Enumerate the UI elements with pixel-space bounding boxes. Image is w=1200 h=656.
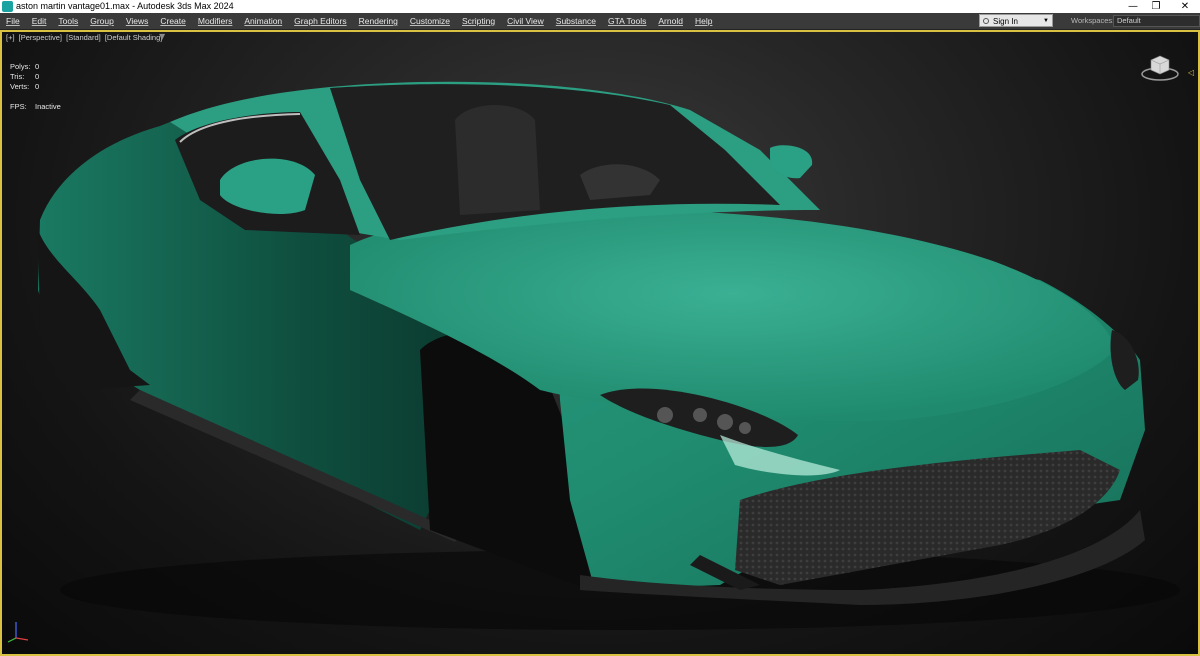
viewport-point-of-view-label[interactable]: [Perspective] bbox=[19, 33, 62, 42]
car-render bbox=[38, 81, 1180, 630]
viewport-shading-label[interactable]: [Default Shading] bbox=[105, 33, 163, 42]
axis-tripod-icon bbox=[7, 622, 29, 643]
menu-arnold[interactable]: Arnold bbox=[652, 13, 689, 29]
menu-help[interactable]: Help bbox=[689, 13, 718, 29]
window-title: aston martin vantage01.max - Autodesk 3d… bbox=[16, 1, 234, 11]
menu-modifiers[interactable]: Modifiers bbox=[192, 13, 238, 29]
viewcube-arrow-icon[interactable]: ◁ bbox=[1188, 68, 1194, 77]
viewport-labels: [+] [Perspective] [Standard] [Default Sh… bbox=[6, 33, 164, 42]
menu-edit[interactable]: Edit bbox=[26, 13, 53, 29]
menu-items: File Edit Tools Group Views Create Modifiers An… bbox=[0, 13, 718, 29]
menu-customize[interactable]: Customize bbox=[404, 13, 456, 29]
menu-substance[interactable]: Substance bbox=[550, 13, 602, 29]
menu-scripting[interactable]: Scripting bbox=[456, 13, 501, 29]
restore-button[interactable]: ❐ bbox=[1143, 0, 1169, 13]
stat-tris: Tris: 0 bbox=[10, 72, 40, 81]
workspaces-label: Workspaces: bbox=[1071, 16, 1115, 25]
chevron-down-icon: ▼ bbox=[1043, 18, 1049, 24]
menu-file[interactable]: File bbox=[0, 13, 26, 29]
menu-tools[interactable]: Tools bbox=[52, 13, 84, 29]
viewport-standard-label[interactable]: [Standard] bbox=[66, 33, 101, 42]
menu-group[interactable]: Group bbox=[84, 13, 120, 29]
menu-graph-editors[interactable]: Graph Editors bbox=[288, 13, 352, 29]
title-bar: aston martin vantage01.max - Autodesk 3d… bbox=[0, 0, 1200, 13]
sign-in-label: Sign In bbox=[993, 17, 1018, 26]
viewcube-icon[interactable] bbox=[1140, 52, 1180, 82]
perspective-viewport[interactable]: [+] [Perspective] [Standard] [Default Sh… bbox=[0, 30, 1200, 656]
menu-rendering[interactable]: Rendering bbox=[353, 13, 404, 29]
viewport-menu-button[interactable]: [+] bbox=[6, 33, 15, 42]
menu-civil-view[interactable]: Civil View bbox=[501, 13, 550, 29]
menu-animation[interactable]: Animation bbox=[238, 13, 288, 29]
statistics-overlay: Polys: 0 Tris: 0 Verts: 0 bbox=[10, 62, 39, 92]
fps-readout: FPS: Inactive bbox=[10, 102, 61, 111]
workspace-select[interactable]: Default bbox=[1113, 15, 1200, 27]
menu-create[interactable]: Create bbox=[154, 13, 192, 29]
menu-gta-tools[interactable]: GTA Tools bbox=[602, 13, 652, 29]
sign-in-dropdown[interactable]: Sign In ▼ bbox=[979, 14, 1053, 27]
user-icon bbox=[983, 18, 989, 24]
menu-bar: File Edit Tools Group Views Create Modifiers An… bbox=[0, 13, 1200, 30]
close-button[interactable]: ✕ bbox=[1172, 0, 1198, 13]
menu-views[interactable]: Views bbox=[120, 13, 155, 29]
stat-polys: Polys: 0 bbox=[10, 62, 40, 71]
app-icon bbox=[2, 1, 13, 12]
stat-verts: Verts: 0 bbox=[10, 82, 40, 91]
funnel-icon[interactable]: ▼ bbox=[159, 32, 165, 41]
